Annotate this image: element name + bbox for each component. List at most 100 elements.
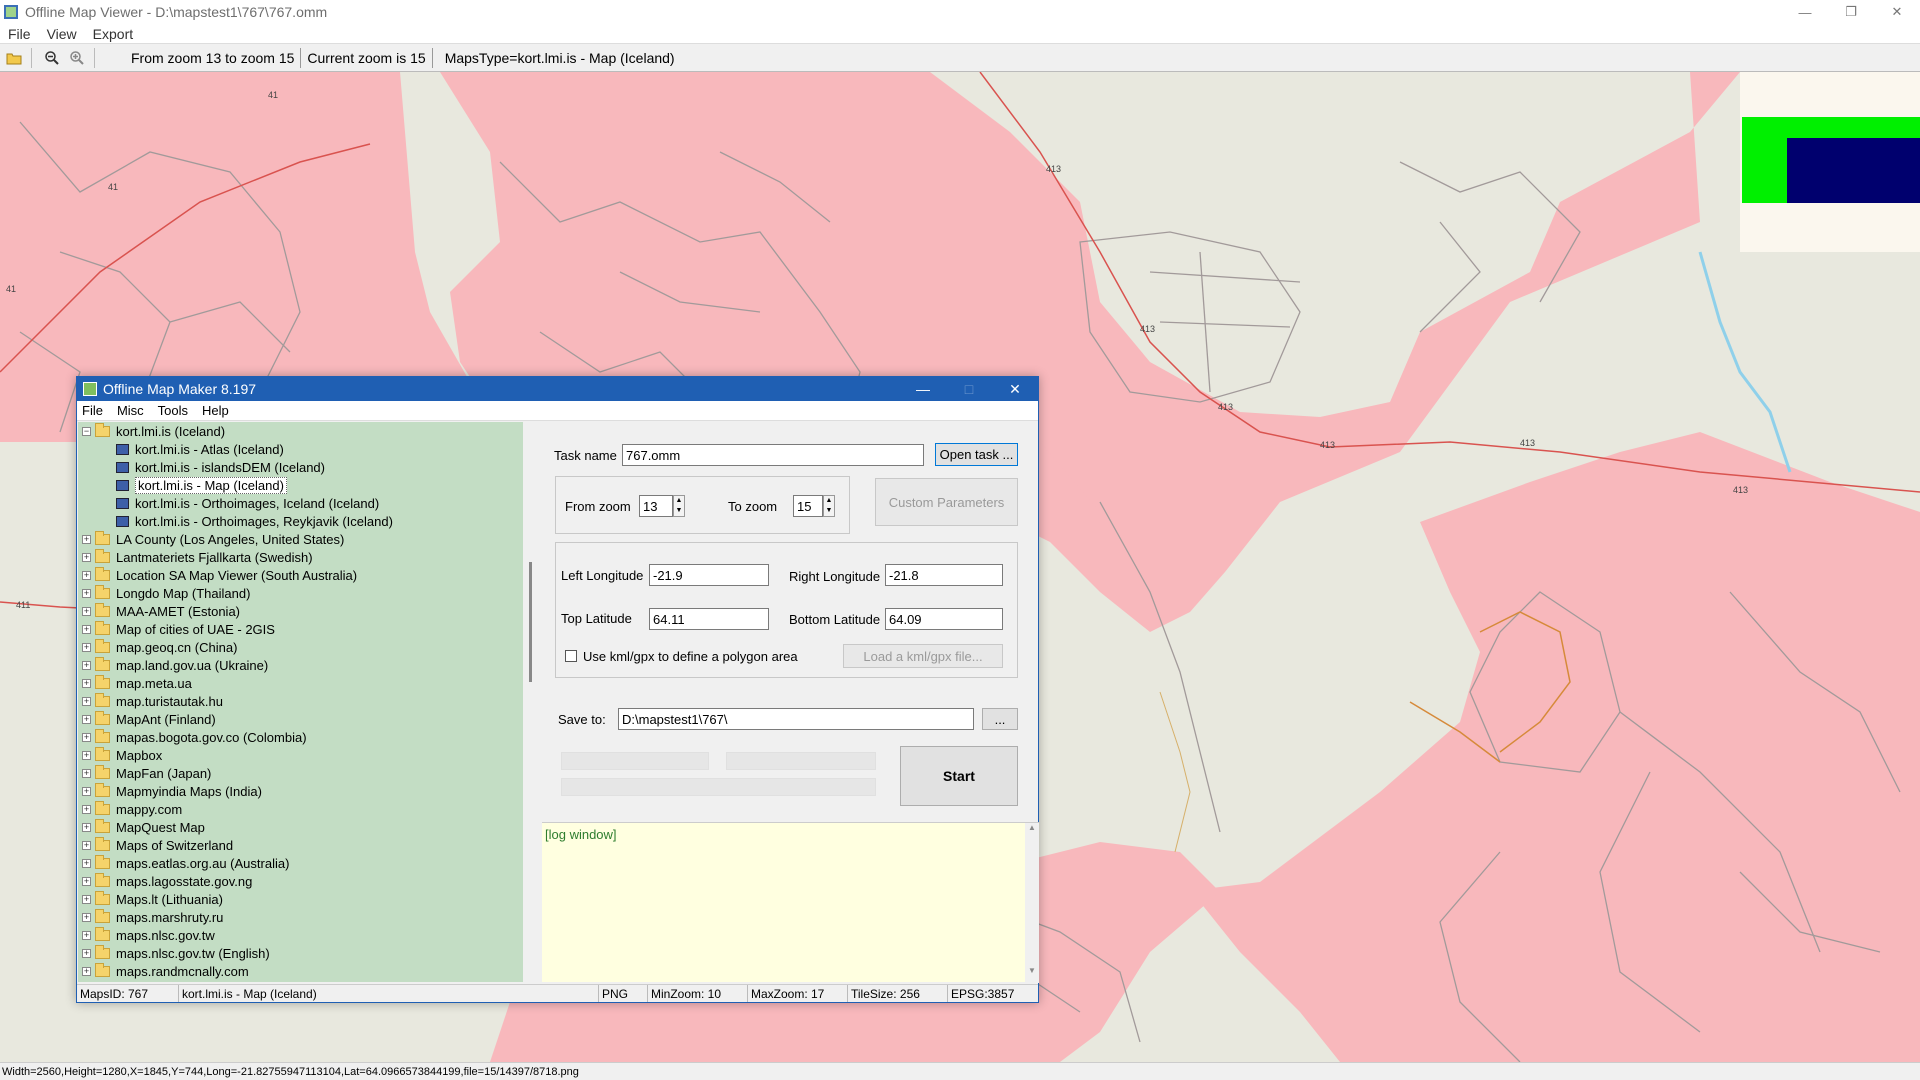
tree-child[interactable]: kort.lmi.is - Orthoimages, Iceland (Icel…	[78, 494, 523, 512]
bottom-latitude-input[interactable]	[885, 608, 1003, 630]
tree-child[interactable]: kort.lmi.is - Orthoimages, Reykjavik (Ic…	[78, 512, 523, 530]
tree-folder-item[interactable]: + maps.randmcnally.com	[78, 962, 523, 980]
expand-icon[interactable]: +	[82, 588, 91, 598]
tree-folder-item[interactable]: + maps.marshruty.ru	[78, 908, 523, 926]
zoom-out-button[interactable]	[41, 47, 63, 69]
task-name-input[interactable]	[622, 444, 924, 466]
tree-scrollbar[interactable]	[524, 422, 538, 982]
dialog-maximize-button[interactable]: □	[946, 377, 992, 401]
tree-folder-item[interactable]: + MapFan (Japan)	[78, 764, 523, 782]
tree-folder-item[interactable]: + map.land.gov.ua (Ukraine)	[78, 656, 523, 674]
tree-child-selected[interactable]: kort.lmi.is - Map (Iceland)	[78, 476, 523, 494]
expand-icon[interactable]: +	[82, 606, 91, 616]
top-latitude-input[interactable]	[649, 608, 769, 630]
expand-icon[interactable]: +	[82, 894, 91, 904]
expand-icon[interactable]: +	[82, 858, 91, 868]
tree-folder-item[interactable]: + Lantmateriets Fjallkarta (Swedish)	[78, 548, 523, 566]
tree-folder-item[interactable]: + Maps.lt (Lithuania)	[78, 890, 523, 908]
tree-folder-item[interactable]: + Mapbox	[78, 746, 523, 764]
tree-folder-item[interactable]: + maps.lagosstate.gov.ng	[78, 872, 523, 890]
log-scrollbar[interactable]: ▲ ▼	[1025, 823, 1039, 983]
expand-icon[interactable]: +	[82, 534, 91, 544]
expand-icon[interactable]: +	[82, 678, 91, 688]
expand-icon[interactable]: +	[82, 570, 91, 580]
expand-icon[interactable]: +	[82, 552, 91, 562]
expand-icon[interactable]: +	[82, 750, 91, 760]
tree-folder-item[interactable]: + LA County (Los Angeles, United States)	[78, 530, 523, 548]
left-longitude-input[interactable]	[649, 564, 769, 586]
maps-id: MapsID: 767	[77, 985, 179, 1002]
from-zoom-input[interactable]	[639, 495, 673, 517]
expand-icon[interactable]: +	[82, 966, 91, 976]
to-zoom-spinner[interactable]: ▲ ▼	[823, 495, 835, 517]
tree-folder-item[interactable]: + MapAnt (Finland)	[78, 710, 523, 728]
menu-view[interactable]: View	[47, 26, 77, 42]
right-longitude-input[interactable]	[885, 564, 1003, 586]
expand-icon[interactable]: +	[82, 876, 91, 886]
open-task-button[interactable]: Open task ...	[935, 443, 1018, 466]
expand-icon[interactable]: +	[82, 642, 91, 652]
expand-icon[interactable]: +	[82, 822, 91, 832]
expand-icon[interactable]: +	[82, 696, 91, 706]
restore-button[interactable]: ❐	[1828, 0, 1874, 24]
scroll-up-icon[interactable]: ▲	[1025, 823, 1039, 832]
tree-folder-item[interactable]: + Map of cities of UAE - 2GIS	[78, 620, 523, 638]
tree-folder-item[interactable]: + map.meta.ua	[78, 674, 523, 692]
menu-file[interactable]: File	[8, 26, 31, 42]
custom-parameters-button[interactable]: Custom Parameters	[875, 478, 1018, 526]
minimize-button[interactable]: —	[1782, 0, 1828, 24]
load-kml-button[interactable]: Load a kml/gpx file...	[843, 644, 1003, 668]
tree-folder-label: map.turistautak.hu	[116, 693, 223, 709]
dialog-menubar: File Misc Tools Help	[77, 401, 1038, 421]
dialog-menu-tools[interactable]: Tools	[158, 403, 188, 418]
tree-folder-item[interactable]: + Location SA Map Viewer (South Australia…	[78, 566, 523, 584]
dialog-minimize-button[interactable]: —	[900, 377, 946, 401]
open-folder-button[interactable]	[3, 47, 25, 69]
tree-folder-item[interactable]: + mappy.com	[78, 800, 523, 818]
expand-icon[interactable]: +	[82, 804, 91, 814]
expand-icon[interactable]: +	[82, 732, 91, 742]
expand-icon[interactable]: +	[82, 660, 91, 670]
tree-folder-item[interactable]: + Mapmyindia Maps (India)	[78, 782, 523, 800]
tree-folder-item[interactable]: + MAA-AMET (Estonia)	[78, 602, 523, 620]
tree-child[interactable]: kort.lmi.is - Atlas (Iceland)	[78, 440, 523, 458]
dialog-menu-help[interactable]: Help	[202, 403, 229, 418]
close-button[interactable]: ✕	[1874, 0, 1920, 24]
tree-folder-item[interactable]: + Longdo Map (Thailand)	[78, 584, 523, 602]
zoom-in-button[interactable]	[66, 47, 88, 69]
to-zoom-input[interactable]	[793, 495, 823, 517]
expand-icon[interactable]: +	[82, 768, 91, 778]
scroll-thumb[interactable]	[529, 562, 532, 682]
tree-root[interactable]: − kort.lmi.is (Iceland)	[78, 422, 523, 440]
browse-button[interactable]: ...	[982, 708, 1018, 730]
expand-icon[interactable]: +	[82, 840, 91, 850]
collapse-icon[interactable]: −	[82, 426, 91, 436]
expand-icon[interactable]: +	[82, 912, 91, 922]
expand-icon[interactable]: +	[82, 930, 91, 940]
expand-icon[interactable]: +	[82, 624, 91, 634]
map-source-tree[interactable]: − kort.lmi.is (Iceland) kort.lmi.is - At…	[78, 422, 523, 982]
scroll-down-icon[interactable]: ▼	[1025, 966, 1039, 975]
menu-export[interactable]: Export	[93, 26, 133, 42]
start-button[interactable]: Start	[900, 746, 1018, 806]
tree-folder-item[interactable]: + MapQuest Map	[78, 818, 523, 836]
tree-folder-item[interactable]: + map.geoq.cn (China)	[78, 638, 523, 656]
dialog-menu-misc[interactable]: Misc	[117, 403, 144, 418]
tree-folder-item[interactable]: + map.turistautak.hu	[78, 692, 523, 710]
from-zoom-spinner[interactable]: ▲ ▼	[673, 495, 685, 517]
expand-icon[interactable]: +	[82, 948, 91, 958]
dialog-menu-file[interactable]: File	[82, 403, 103, 418]
tree-folder-item[interactable]: + maps.eatlas.org.au (Australia)	[78, 854, 523, 872]
tree-folder-item[interactable]: + maps.nlsc.gov.tw	[78, 926, 523, 944]
save-to-input[interactable]	[618, 708, 974, 730]
log-window[interactable]: [log window] ▲ ▼	[542, 822, 1039, 983]
tree-folder-item[interactable]: + Maps of Switzerland	[78, 836, 523, 854]
folder-icon	[95, 548, 110, 563]
dialog-close-button[interactable]: ✕	[992, 377, 1038, 401]
tree-folder-item[interactable]: + maps.nlsc.gov.tw (English)	[78, 944, 523, 962]
expand-icon[interactable]: +	[82, 714, 91, 724]
kml-checkbox[interactable]	[565, 650, 577, 662]
expand-icon[interactable]: +	[82, 786, 91, 796]
tree-child[interactable]: kort.lmi.is - islandsDEM (Iceland)	[78, 458, 523, 476]
tree-folder-item[interactable]: + mapas.bogota.gov.co (Colombia)	[78, 728, 523, 746]
